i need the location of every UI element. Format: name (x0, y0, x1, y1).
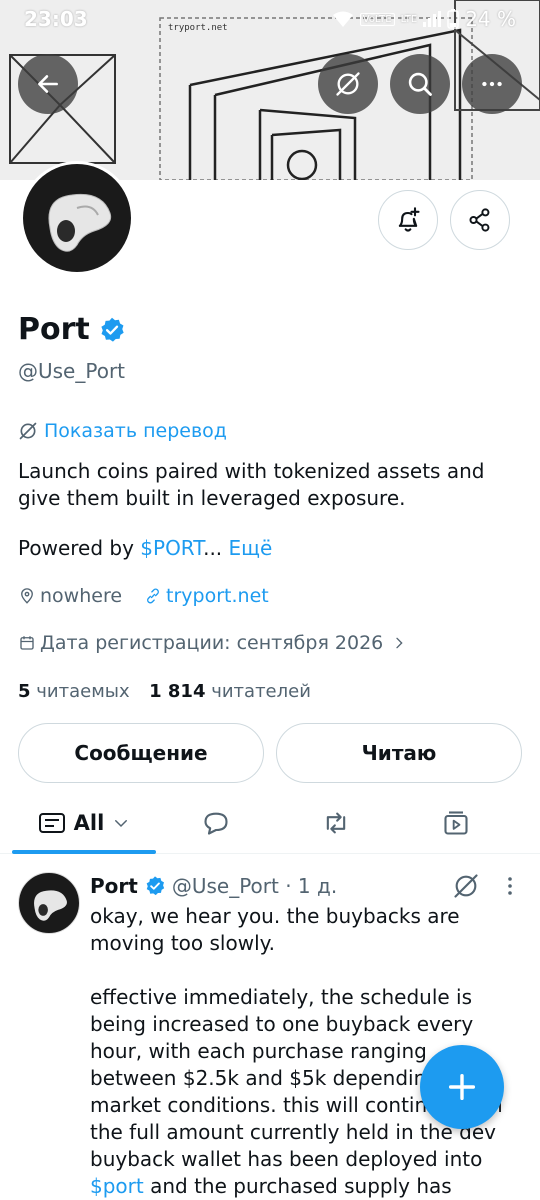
profile-tabs: All (0, 795, 540, 854)
verified-badge-icon (146, 876, 164, 896)
powered-prefix: Powered by (18, 536, 141, 560)
signal-icon (423, 11, 442, 27)
arrow-left-icon (38, 75, 58, 93)
wifi-icon (332, 11, 353, 27)
plus-icon (448, 1073, 476, 1101)
profile-handle: @Use_Port (18, 359, 126, 383)
share-icon (469, 208, 490, 232)
lte-label: LTE (400, 13, 418, 25)
reply-icon (204, 812, 228, 835)
powered-ellipsis: ... (203, 536, 223, 560)
post-avatar[interactable] (18, 872, 80, 934)
show-translation-link[interactable]: Показать перевод (18, 420, 227, 442)
profile-location: nowhere (40, 585, 123, 607)
post-handle-time: @Use_Port · 1 д. (171, 874, 338, 898)
powered-by-line: Powered by $PORT... Ещё (18, 536, 272, 560)
followers-stat[interactable]: 1 814 читателей (149, 681, 311, 702)
post-text-tail: and the purchased supply has (143, 1174, 452, 1198)
message-button[interactable]: Сообщение (18, 723, 264, 783)
following-label: читаемых (36, 681, 130, 702)
bell-plus-icon (398, 207, 420, 232)
status-time: 23:03 (24, 7, 88, 31)
post-text: okay, we hear you. the buybacks are movi… (90, 904, 503, 1171)
calendar-icon (20, 636, 34, 650)
profile-website-link[interactable]: tryport.net (166, 585, 269, 607)
profile-name-row: Port (18, 312, 126, 347)
feed-icon (38, 813, 65, 833)
post-cashtag-link[interactable]: $port (90, 1174, 144, 1198)
link-icon (147, 588, 159, 604)
follow-stats: 5 читаемых 1 814 читателей (18, 681, 311, 702)
tab-media[interactable] (396, 795, 516, 851)
avatar-image (23, 164, 131, 272)
following-button[interactable]: Читаю (276, 723, 522, 783)
tab-replies[interactable] (156, 795, 276, 851)
port-cashtag-link[interactable]: $PORT (140, 536, 203, 560)
translate-small-icon (19, 422, 37, 440)
show-translation-label: Показать перевод (44, 420, 227, 442)
repost-icon (326, 812, 346, 834)
following-count: 5 (18, 681, 31, 702)
compose-button[interactable] (420, 1045, 504, 1129)
profile-joined-row[interactable]: Дата регистрации: сентября 2026 (18, 632, 407, 654)
profile-joined-date: Дата регистрации: сентября 2026 (40, 632, 384, 654)
port-logo-icon (48, 193, 112, 252)
profile-avatar[interactable] (20, 161, 134, 275)
volte-badge: VoLTE (359, 12, 395, 26)
post-more-icon[interactable] (498, 874, 522, 898)
translate-icon (336, 72, 360, 96)
status-bar: 23:03 VoLTE LTE 24 % (0, 0, 540, 36)
more-horizontal-icon (482, 81, 502, 87)
active-tab-indicator (12, 850, 156, 854)
location-pin-icon (21, 588, 33, 604)
status-icons: VoLTE LTE 24 % (332, 7, 516, 31)
tab-all-label: All (73, 811, 105, 835)
profile-meta-location-website: nowhere tryport.net (18, 585, 269, 607)
followers-label: читателей (211, 681, 311, 702)
battery-icon (447, 9, 459, 29)
chevron-down-icon (115, 820, 128, 828)
tab-all[interactable]: All (12, 795, 156, 851)
share-button[interactable] (450, 190, 510, 250)
port-logo-small-icon (34, 890, 67, 921)
post-author-name[interactable]: Port (90, 874, 138, 898)
post-header: Port @Use_Port · 1 д. (90, 874, 337, 898)
profile-bio: Launch coins paired with tokenized asset… (18, 459, 485, 510)
notifications-button[interactable] (378, 190, 438, 250)
battery-percent: 24 % (465, 7, 516, 31)
search-button[interactable] (390, 54, 450, 114)
translate-button[interactable] (318, 54, 378, 114)
following-stat[interactable]: 5 читаемых (18, 681, 130, 702)
verified-badge-icon[interactable] (98, 316, 126, 344)
profile-name: Port (18, 312, 90, 347)
search-icon (408, 72, 432, 96)
show-more-link[interactable]: Ещё (229, 536, 273, 560)
followers-count: 1 814 (149, 681, 206, 702)
tab-reposts[interactable] (276, 795, 396, 851)
post-translate-icon[interactable] (452, 872, 480, 900)
back-button[interactable] (18, 54, 78, 114)
more-button[interactable] (462, 54, 522, 114)
video-icon (444, 811, 468, 835)
chevron-right-icon (396, 637, 403, 649)
